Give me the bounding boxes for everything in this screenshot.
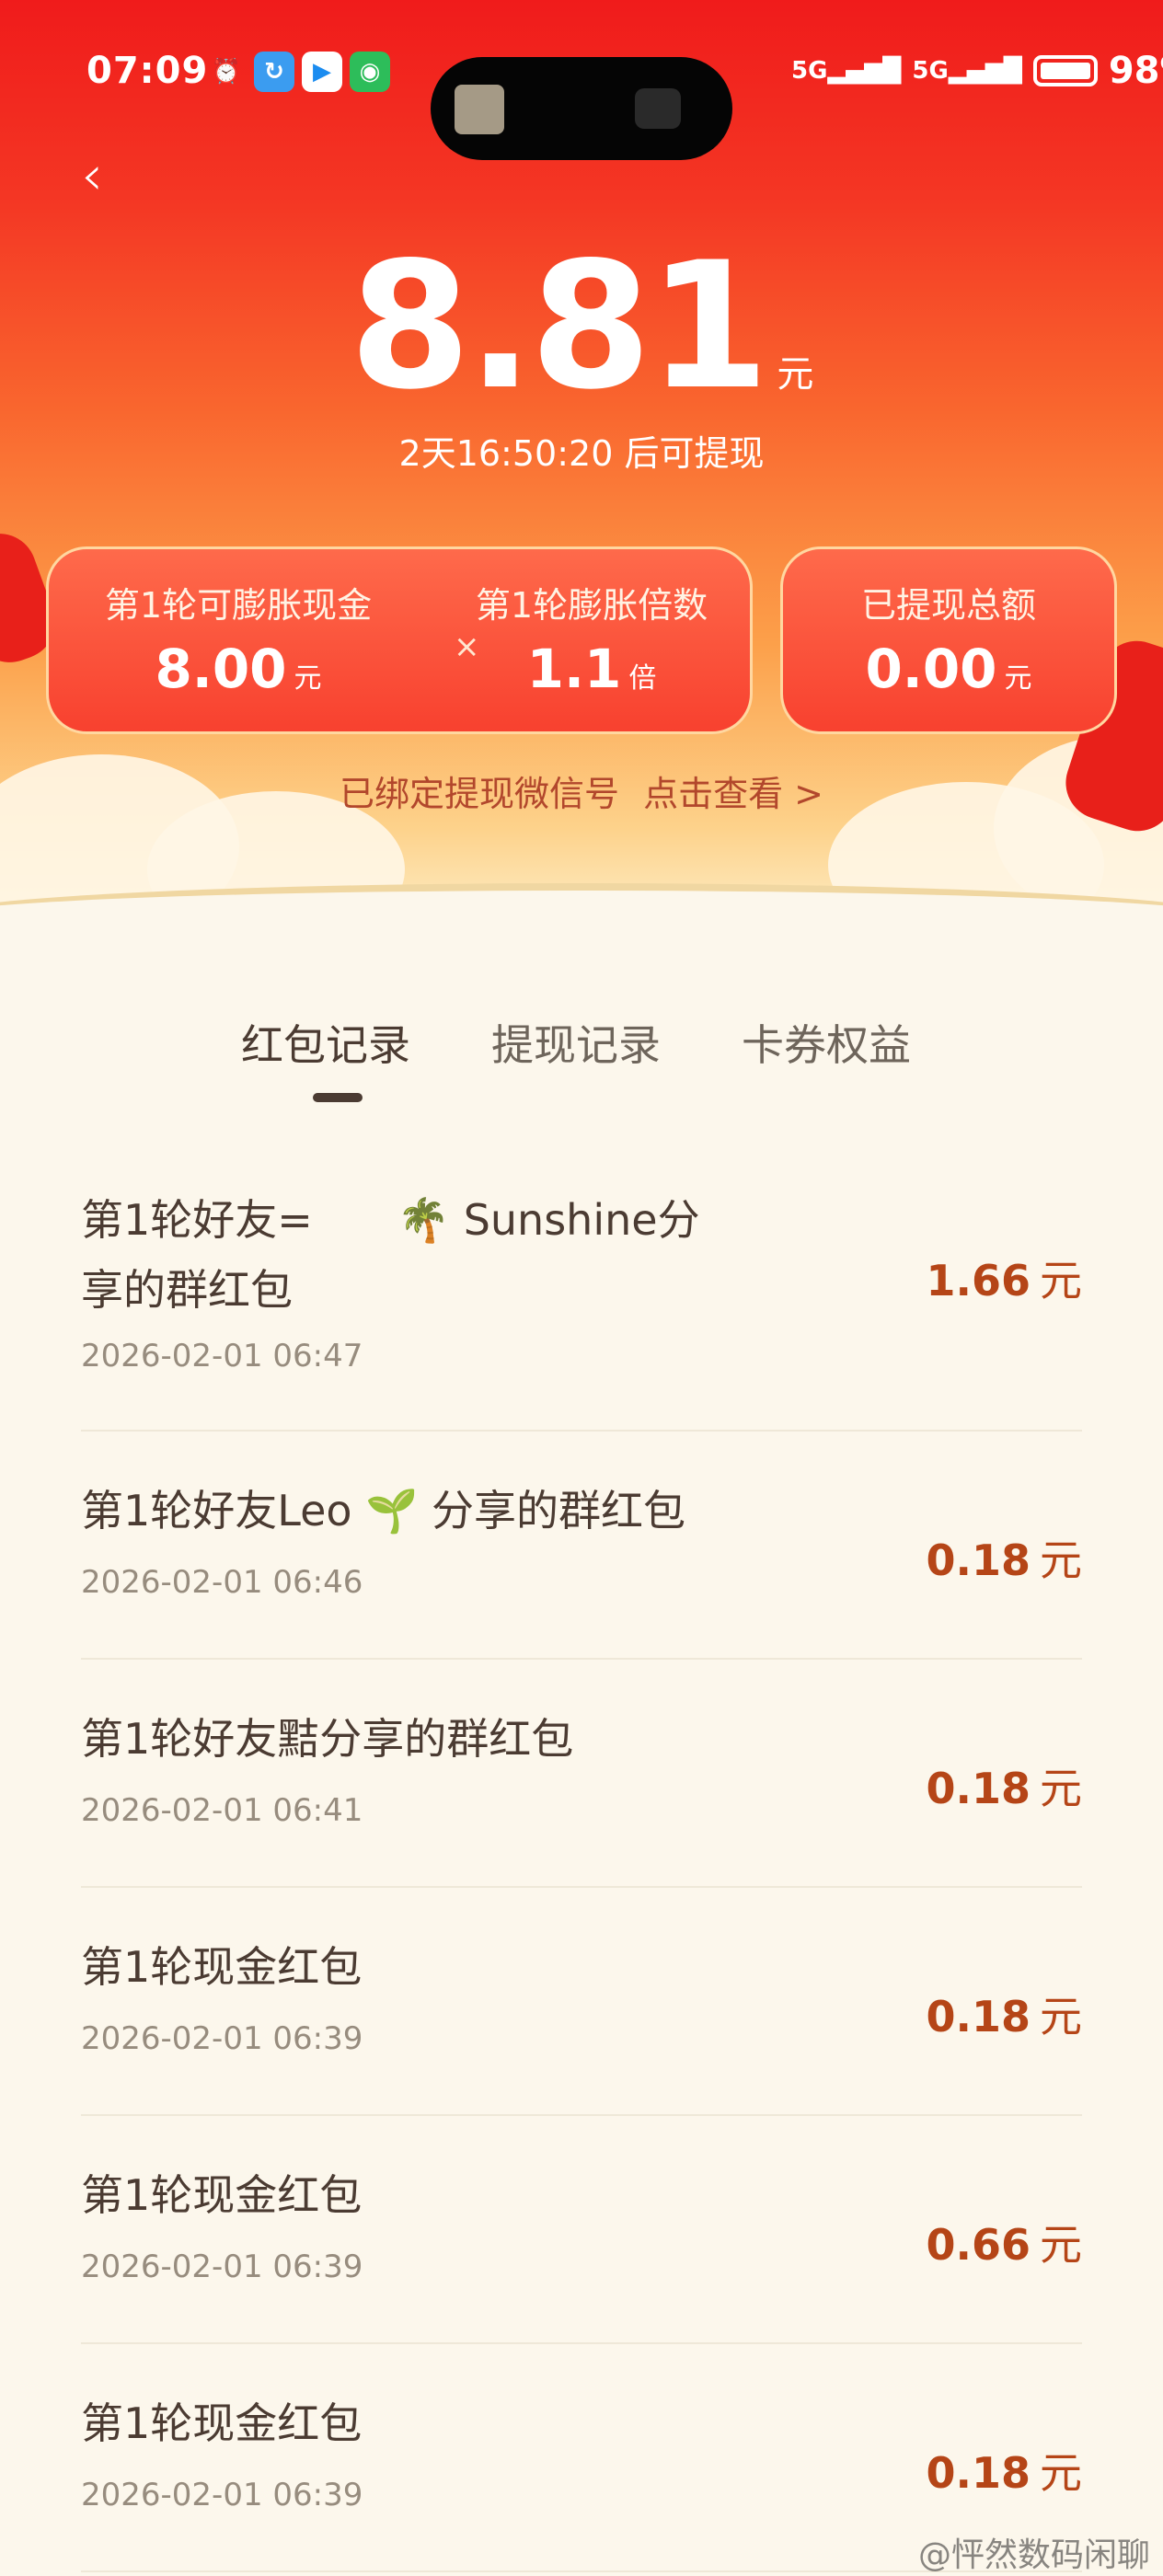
record-amount: 0.18 元 <box>926 1535 1083 1585</box>
dynamic-island <box>431 57 732 160</box>
withdrawn-value: 0.00 元 <box>865 638 1032 700</box>
withdrawn-card[interactable]: 已提现总额 0.00 元 <box>780 546 1117 734</box>
signal-icon: 5G▂▄▆█ <box>791 57 902 85</box>
record-list: 第1轮好友= 🌴 Sunshine分 享的群红包 2026-02-01 06:4… <box>81 1141 1082 2572</box>
record-tabs: 红包记录 提现记录 卡券权益 <box>0 1012 1163 1104</box>
video-app-icon: ▶ <box>302 52 342 92</box>
battery-percentage: 98% <box>1108 50 1163 92</box>
wechat-binding-text: 已绑定提现微信号 <box>339 774 619 814</box>
tab-withdraw-records[interactable]: 提现记录 <box>491 1012 661 1073</box>
withdraw-countdown: 2天16:50:20 后可提现 <box>398 433 765 474</box>
tab-coupon-benefits[interactable]: 卡券权益 <box>742 1012 911 1073</box>
record-title: 第1轮现金红包 <box>81 1942 363 1992</box>
active-tab-indicator <box>313 1093 363 1102</box>
status-time: 07:09 <box>86 50 209 92</box>
multiplier-value: 1.1 倍 <box>526 638 657 700</box>
record-date: 2026-02-01 06:41 <box>81 1792 363 1829</box>
island-thumbnail <box>455 85 504 134</box>
list-item[interactable]: 第1轮现金红包 2026-02-01 06:39 0.18 元 <box>81 1888 1082 2116</box>
multiplier-label: 第1轮膨胀倍数 <box>475 585 708 626</box>
wifi-app-icon: ◉ <box>350 52 390 92</box>
record-date: 2026-02-01 06:39 <box>81 2477 363 2513</box>
alarm-icon: ⏰ <box>211 58 242 86</box>
status-right: 5G▂▄▆█ 5G▂▄▆█ 98% <box>791 50 1163 92</box>
app-notification-icon: ↻ <box>254 52 294 92</box>
status-bar: 07:09 ⏰ ↻ ▶ ◉ 5G▂▄▆█ 5G▂▄▆█ 98% <box>0 37 1163 160</box>
record-title: 第1轮现金红包 <box>81 2398 363 2448</box>
list-item[interactable]: 第1轮好友= 🌴 Sunshine分 享的群红包 2026-02-01 06:4… <box>81 1141 1082 1432</box>
record-amount: 0.18 元 <box>926 1764 1083 1813</box>
record-amount: 0.18 元 <box>926 2448 1083 2498</box>
record-title: 第1轮好友= 🌴 Sunshine分 享的群红包 <box>81 1195 700 1315</box>
signal-icon: 5G▂▄▆█ <box>912 57 1022 85</box>
watermark-text: @怦然数码闲聊 <box>917 2536 1150 2574</box>
balance-value: 8.81 <box>349 224 770 428</box>
record-title: 第1轮好友黠分享的群红包 <box>81 1714 574 1764</box>
island-indicator <box>635 88 681 129</box>
notification-icons: ⏰ ↻ ▶ ◉ <box>206 52 390 92</box>
inflation-card: 第1轮可膨胀现金 8.00 元 × 第1轮膨胀倍数 1.1 倍 <box>46 546 753 734</box>
inflate-cash-value: 8.00 元 <box>155 638 322 700</box>
record-date: 2026-02-01 06:47 <box>81 1338 363 1374</box>
record-date: 2026-02-01 06:39 <box>81 2020 363 2057</box>
record-amount: 1.66 元 <box>926 1256 1083 1305</box>
list-item[interactable]: 第1轮好友黠分享的群红包 2026-02-01 06:41 0.18 元 <box>81 1660 1082 1888</box>
view-wechat-link[interactable]: 点击查看 > <box>643 774 823 814</box>
record-title: 第1轮好友Leo 🌱 分享的群红包 <box>81 1486 686 1535</box>
record-title: 第1轮现金红包 <box>81 2170 363 2220</box>
wechat-binding: 已绑定提现微信号 点击查看 > <box>0 765 1163 816</box>
balance-amount: 8.81 元 <box>0 239 1163 414</box>
chevron-left-icon[interactable]: ‹ <box>81 144 118 208</box>
withdrawn-label: 已提现总额 <box>860 585 1036 626</box>
balance-unit: 元 <box>777 353 814 396</box>
record-amount: 0.18 元 <box>926 1992 1083 2041</box>
list-item[interactable]: 第1轮好友Leo 🌱 分享的群红包 2026-02-01 06:46 0.18 元 <box>81 1432 1082 1660</box>
tab-red-packet-records[interactable]: 红包记录 <box>241 1012 410 1073</box>
header-curve <box>0 883 1163 929</box>
inflate-cash-label: 第1轮可膨胀现金 <box>104 585 373 626</box>
battery-icon <box>1032 55 1098 86</box>
list-item[interactable]: 第1轮现金红包 2026-02-01 06:39 0.66 元 <box>81 2116 1082 2344</box>
record-amount: 0.66 元 <box>926 2220 1083 2270</box>
record-date: 2026-02-01 06:39 <box>81 2248 363 2285</box>
record-date: 2026-02-01 06:46 <box>81 1564 363 1601</box>
